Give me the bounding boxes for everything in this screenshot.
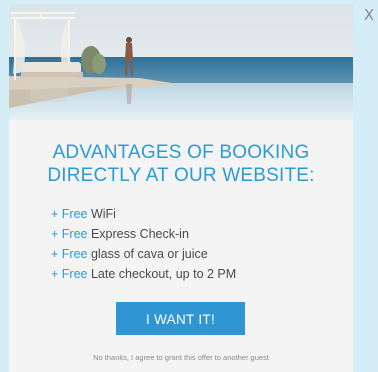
benefit-text: Late checkout, up to 2 PM [90, 267, 237, 281]
benefit-text: glass of cava or juice [90, 247, 208, 261]
benefit-text: WiFi [90, 207, 116, 221]
close-icon[interactable]: X [364, 6, 374, 24]
booking-offer-popup: ADVANTAGES OF BOOKING DIRECTLY AT OUR WE… [9, 4, 353, 372]
benefit-prefix: + Free [51, 247, 91, 261]
headline-line-1: ADVANTAGES OF BOOKING [52, 142, 310, 163]
benefits-list: + Free WiFi + Free Express Check-in + Fr… [51, 204, 236, 284]
benefit-prefix: + Free [51, 227, 91, 241]
headline: ADVANTAGES OF BOOKING DIRECTLY AT OUR WE… [9, 141, 353, 187]
benefit-item-drink: + Free glass of cava or juice [51, 244, 236, 264]
benefit-item-wifi: + Free WiFi [51, 204, 236, 224]
headline-line-2: DIRECTLY AT OUR WEBSITE: [47, 165, 315, 186]
i-want-it-button[interactable]: I WANT IT! [116, 302, 245, 335]
benefit-item-checkout: + Free Late checkout, up to 2 PM [51, 264, 236, 284]
benefit-text: Express Check-in [90, 227, 189, 241]
benefit-item-checkin: + Free Express Check-in [51, 224, 236, 244]
benefit-prefix: + Free [51, 207, 91, 221]
close-button[interactable]: X [362, 6, 376, 24]
hero-image-pool [9, 4, 353, 120]
decline-offer-link[interactable]: No thanks, I agree to grant this offer t… [9, 353, 353, 363]
benefit-prefix: + Free [51, 267, 91, 281]
